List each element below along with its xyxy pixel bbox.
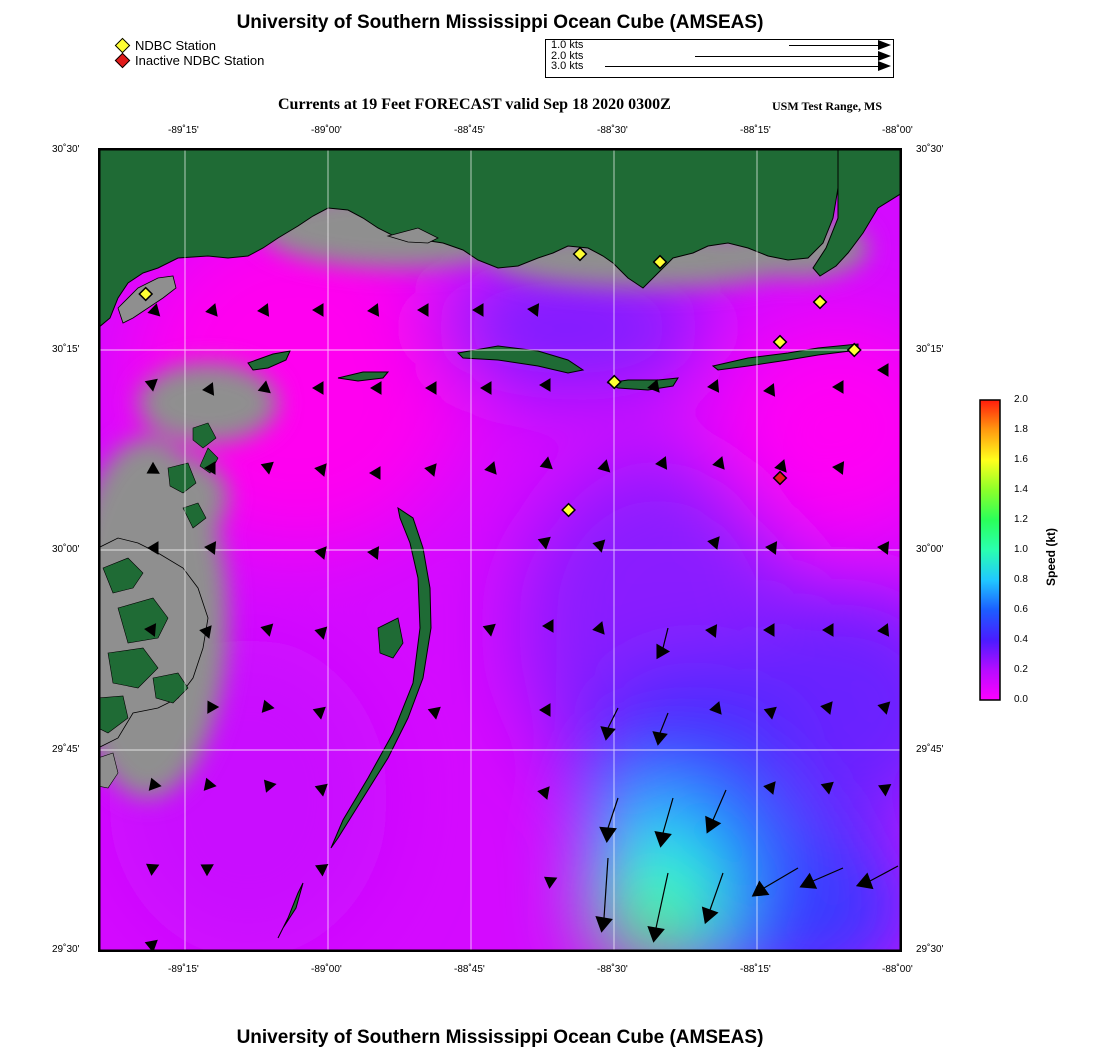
scale-arrow-head-2 (878, 50, 891, 61)
scale-row-2: 2.0 kts (546, 50, 893, 61)
scale-row-1: 1.0 kts (546, 40, 893, 51)
top-lon-tick: -89˚00' (311, 125, 342, 136)
scale-arrow-3 (605, 66, 879, 67)
footer-title: University of Southern Mississippi Ocean… (236, 1027, 764, 1048)
right-lat-tick: 29˚30' (916, 944, 944, 955)
colorbar-label: Speed (kt) (1044, 527, 1058, 586)
bottom-lon-tick: -89˚15' (168, 964, 199, 975)
red-diamond-icon (114, 52, 131, 69)
forecast-subtitle: Currents at 19 Feet FORECAST valid Sep 1… (278, 96, 671, 113)
region-label: USM Test Range, MS (772, 99, 883, 113)
left-lat-tick: 29˚30' (52, 944, 80, 955)
yellow-diamond-icon (114, 37, 131, 54)
colorbar-tick: 0.4 (1014, 634, 1028, 645)
colorbar-tick: 0.6 (1014, 604, 1028, 615)
bottom-lon-tick: -89˚00' (311, 964, 342, 975)
vector-scale-legend: 1.0 kts 2.0 kts 3.0 kts (545, 39, 894, 78)
bottom-lon-tick: -88˚45' (454, 964, 485, 975)
colorbar-tick: 1.2 (1014, 514, 1028, 525)
top-lon-tick: -88˚00' (882, 125, 913, 136)
top-lon-tick: -88˚30' (597, 125, 628, 136)
colorbar-tick: 1.0 (1014, 544, 1028, 555)
scale-arrow-2 (695, 55, 879, 57)
legend-active-station: NDBC Station (114, 37, 216, 54)
bottom-lon-tick: -88˚00' (882, 964, 913, 975)
left-lat-tick: 30˚00' (52, 544, 80, 555)
legend-inactive-station: Inactive NDBC Station (114, 52, 265, 69)
right-lat-tick: 30˚00' (916, 544, 944, 555)
right-lat-tick: 29˚45' (916, 744, 944, 755)
legend-active-label: NDBC Station (135, 38, 216, 53)
speed-colorbar (979, 399, 1001, 701)
left-lat-tick: 29˚45' (52, 744, 80, 755)
colorbar-gradient (979, 399, 1001, 701)
map-title: University of Southern Mississippi Ocean… (236, 12, 764, 33)
left-lat-tick: 30˚30' (52, 144, 80, 155)
legend-inactive-label: Inactive NDBC Station (135, 53, 265, 68)
scale-arrow-head-1 (878, 40, 891, 50)
bottom-lon-tick: -88˚30' (597, 964, 628, 975)
colorbar-tick: 1.6 (1014, 454, 1028, 465)
scale-label-3: 3.0 kts (551, 60, 584, 72)
scale-arrow-head-3 (878, 61, 891, 71)
left-lat-tick: 30˚15' (52, 344, 80, 355)
colorbar-tick: 1.4 (1014, 484, 1028, 495)
top-lon-tick: -88˚15' (740, 125, 771, 136)
colorbar-tick: 2.0 (1014, 394, 1028, 405)
right-lat-tick: 30˚30' (916, 144, 944, 155)
scale-row-3: 3.0 kts (546, 61, 893, 72)
colorbar-tick: 0.2 (1014, 664, 1028, 675)
top-lon-tick: -88˚45' (454, 125, 485, 136)
top-lon-tick: -89˚15' (168, 125, 199, 136)
colorbar-tick: 1.8 (1014, 424, 1028, 435)
right-lat-tick: 30˚15' (916, 344, 944, 355)
scale-arrow-1 (789, 45, 879, 46)
colorbar-tick: 0.8 (1014, 574, 1028, 585)
bottom-lon-tick: -88˚15' (740, 964, 771, 975)
current-speed-map (98, 148, 902, 952)
colorbar-tick: 0.0 (1014, 694, 1028, 705)
